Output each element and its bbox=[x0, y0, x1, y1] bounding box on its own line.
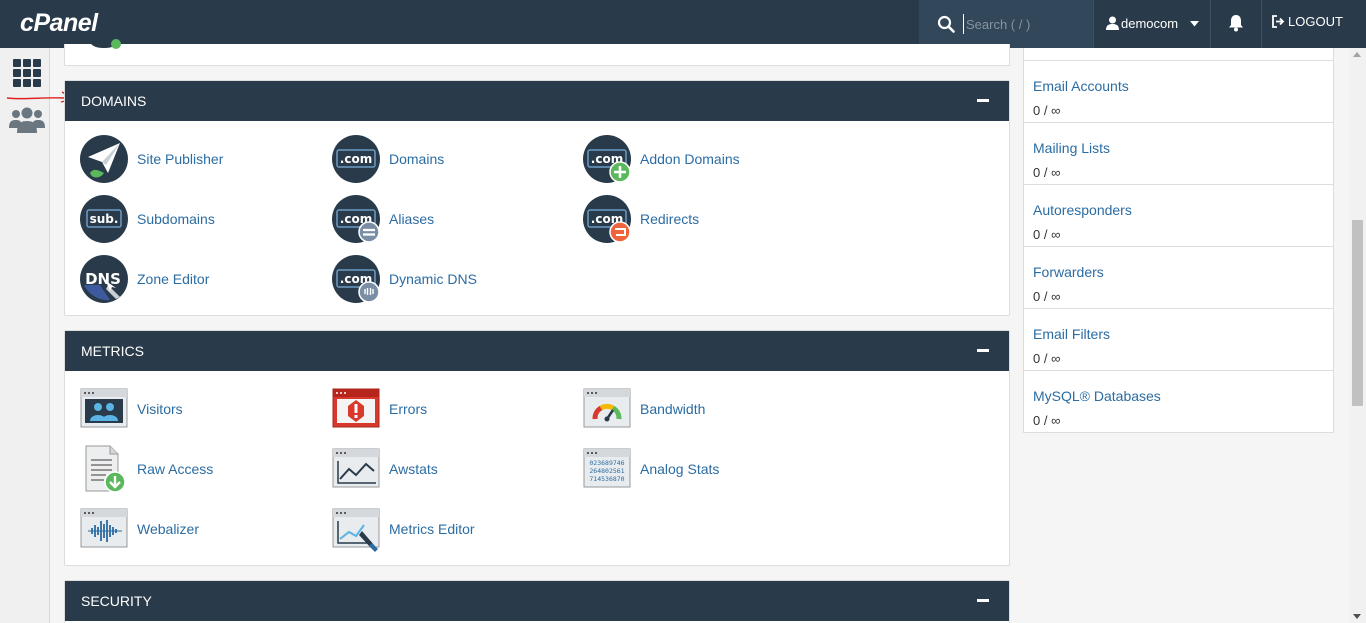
dotcom-icon: .com bbox=[332, 135, 380, 183]
scroll-up-arrow-icon[interactable] bbox=[1353, 52, 1361, 57]
scroll-down-arrow-icon[interactable] bbox=[1353, 614, 1361, 619]
addon-domains-link[interactable]: .com Addon Domains bbox=[583, 135, 740, 183]
partial-icon bbox=[88, 38, 121, 49]
metrics-header[interactable]: METRICS bbox=[65, 331, 1009, 371]
zone-editor-label: Zone Editor bbox=[137, 271, 210, 287]
stat-name[interactable]: Mailing Lists bbox=[1033, 140, 1110, 156]
analog-stats-label: Analog Stats bbox=[640, 461, 720, 477]
awstats-label: Awstats bbox=[389, 461, 438, 477]
analog-digits-3: 714536870 bbox=[589, 475, 624, 483]
metrics-title: METRICS bbox=[81, 343, 144, 359]
dynamic-dns-link[interactable]: .com Dynamic DNS bbox=[332, 255, 477, 303]
aliases-link[interactable]: .com Aliases bbox=[332, 195, 434, 243]
security-header[interactable]: SECURITY bbox=[65, 581, 1009, 621]
stat-value: 0 / ∞ bbox=[1033, 351, 1061, 366]
webalizer-label: Webalizer bbox=[137, 521, 199, 537]
redirects-label: Redirects bbox=[640, 211, 700, 227]
site-publisher-link[interactable]: Site Publisher bbox=[80, 135, 223, 183]
errors-label: Errors bbox=[389, 401, 428, 417]
dynamic-dns-icon: .com bbox=[332, 255, 380, 303]
alias-icon: .com bbox=[332, 195, 380, 243]
analog-digits-2: 264802561 bbox=[589, 467, 624, 475]
waveform-icon bbox=[80, 508, 128, 548]
stat-name[interactable]: Email Accounts bbox=[1033, 78, 1129, 94]
stat-email-accounts: Email Accounts 0 / ∞ bbox=[1024, 61, 1333, 123]
users-icon[interactable] bbox=[9, 106, 45, 134]
stat-forwarders: Forwarders 0 / ∞ bbox=[1024, 247, 1333, 309]
security-title: SECURITY bbox=[81, 593, 152, 609]
stat-name[interactable]: Autoresponders bbox=[1033, 202, 1132, 218]
redirect-icon: .com bbox=[583, 195, 631, 243]
grid-icon[interactable] bbox=[12, 58, 42, 88]
paper-plane-icon bbox=[80, 135, 128, 183]
dynamic-dns-label: Dynamic DNS bbox=[389, 271, 477, 287]
scroll-thumb[interactable] bbox=[1352, 220, 1363, 406]
stat-name[interactable]: Forwarders bbox=[1033, 264, 1104, 280]
stat-mysql-databases: MySQL® Databases 0 / ∞ bbox=[1024, 371, 1333, 433]
stat-value: 0 / ∞ bbox=[1033, 289, 1061, 304]
stat-mailing-lists: Mailing Lists 0 / ∞ bbox=[1024, 123, 1333, 185]
dns-text: DNS bbox=[85, 270, 121, 288]
visitors-icon bbox=[80, 388, 128, 428]
subdomain-icon: sub. bbox=[80, 195, 128, 243]
stat-value: 0 / ∞ bbox=[1033, 103, 1061, 118]
search-icon bbox=[937, 15, 955, 33]
bandwidth-label: Bandwidth bbox=[640, 401, 706, 417]
raw-access-link[interactable]: Raw Access bbox=[80, 445, 213, 493]
security-panel: SECURITY bbox=[64, 580, 1010, 623]
stat-value: 0 / ∞ bbox=[1033, 165, 1061, 180]
collapse-icon[interactable] bbox=[977, 349, 989, 352]
sub-text: sub. bbox=[90, 212, 119, 226]
analog-stats-link[interactable]: 023689746 264802561 714536870 Analog Sta… bbox=[583, 445, 719, 493]
visitors-label: Visitors bbox=[137, 401, 183, 417]
stat-value: 0 / ∞ bbox=[1033, 413, 1061, 428]
raw-access-icon bbox=[85, 445, 126, 493]
metrics-editor-icon bbox=[332, 508, 380, 552]
stat-row-previous bbox=[1024, 0, 1333, 61]
cpanel-logo[interactable]: cPanel bbox=[20, 9, 98, 38]
domains-label: Domains bbox=[389, 151, 445, 167]
statistics-panel: Email Accounts 0 / ∞ Mailing Lists 0 / ∞… bbox=[1023, 48, 1334, 433]
subdomains-label: Subdomains bbox=[137, 211, 215, 227]
vertical-scrollbar[interactable] bbox=[1349, 48, 1366, 623]
stat-autoresponders: Autoresponders 0 / ∞ bbox=[1024, 185, 1333, 247]
stat-name[interactable]: MySQL® Databases bbox=[1033, 388, 1161, 404]
redirects-link[interactable]: .com Redirects bbox=[583, 195, 699, 243]
raw-access-label: Raw Access bbox=[137, 461, 214, 477]
errors-icon bbox=[332, 388, 380, 428]
analog-stats-icon: 023689746 264802561 714536870 bbox=[583, 448, 631, 488]
zone-editor-link[interactable]: DNS Zone Editor bbox=[80, 255, 209, 303]
line-chart-icon bbox=[332, 448, 380, 488]
visitors-link[interactable]: Visitors bbox=[80, 385, 183, 433]
site-publisher-label: Site Publisher bbox=[137, 151, 224, 167]
webalizer-link[interactable]: Webalizer bbox=[80, 505, 199, 553]
analog-digits-1: 023689746 bbox=[589, 459, 624, 467]
aliases-label: Aliases bbox=[389, 211, 435, 227]
domains-header[interactable]: DOMAINS bbox=[65, 81, 1009, 121]
stat-name[interactable]: Email Filters bbox=[1033, 326, 1110, 342]
metrics-editor-link[interactable]: Metrics Editor bbox=[332, 505, 475, 553]
subdomains-link[interactable]: sub. Subdomains bbox=[80, 195, 215, 243]
awstats-link[interactable]: Awstats bbox=[332, 445, 438, 493]
stat-email-filters: Email Filters 0 / ∞ bbox=[1024, 309, 1333, 371]
previous-section-bottom bbox=[64, 38, 1010, 66]
gauge-icon bbox=[583, 388, 631, 428]
sidebar bbox=[0, 48, 50, 623]
dotcom-text: .com bbox=[340, 152, 372, 166]
collapse-icon[interactable] bbox=[977, 599, 989, 602]
collapse-icon[interactable] bbox=[977, 99, 989, 102]
dns-icon: DNS bbox=[80, 255, 128, 303]
bandwidth-link[interactable]: Bandwidth bbox=[583, 385, 705, 433]
domains-link[interactable]: .com Domains bbox=[332, 135, 444, 183]
domains-title: DOMAINS bbox=[81, 93, 147, 109]
metrics-editor-label: Metrics Editor bbox=[389, 521, 475, 537]
errors-link[interactable]: Errors bbox=[332, 385, 427, 433]
addon-domain-icon: .com bbox=[583, 135, 631, 183]
stat-value: 0 / ∞ bbox=[1033, 227, 1061, 242]
addon-domains-label: Addon Domains bbox=[640, 151, 740, 167]
